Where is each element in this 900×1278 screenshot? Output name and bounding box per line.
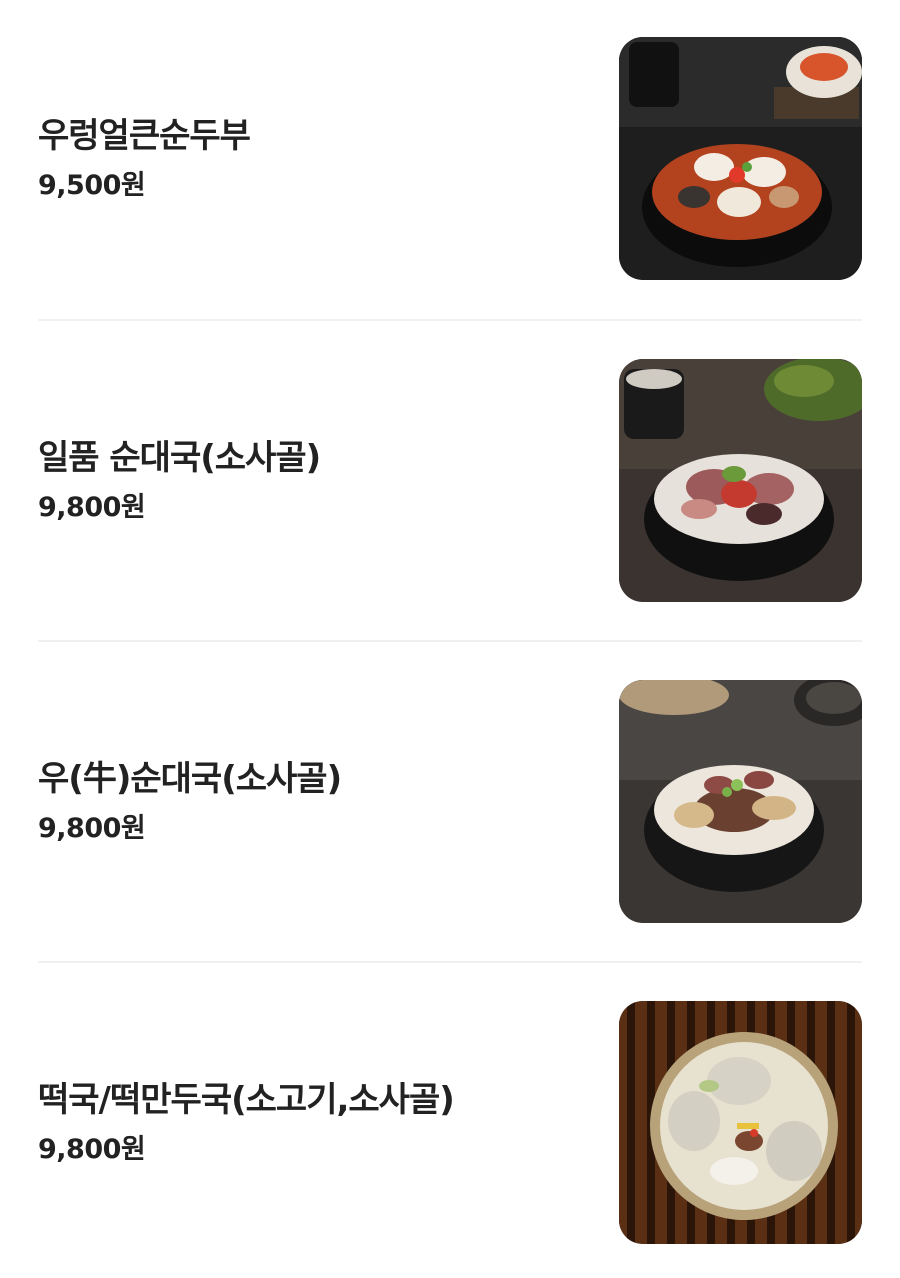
menu-item-info: 우렁얼큰순두부 9,500원 [38,37,598,280]
divider [38,961,862,963]
menu-item-uerong-tofu[interactable]: 우렁얼큰순두부 9,500원 [38,37,862,280]
rice-cake-soup-image [619,1001,862,1244]
menu-item-name: 우렁얼큰순두부 [38,115,251,156]
menu-item-price: 9,800원 [38,491,146,523]
menu-item-price: 9,800원 [38,1133,146,1165]
menu-item-photo[interactable] [619,680,862,923]
menu-item-name: 일품 순대국(소사골) [38,437,321,478]
menu-item-price: 9,500원 [38,169,146,201]
menu-item-info: 일품 순대국(소사골) 9,800원 [38,359,598,602]
menu-item-name: 떡국/떡만두국(소고기,소사골) [38,1079,455,1120]
divider [38,640,862,642]
menu-item-photo[interactable] [619,359,862,602]
menu-item-photo[interactable] [619,1001,862,1244]
menu-item-info: 우(牛)순대국(소사골) 9,800원 [38,680,598,923]
menu-item-tteokguk[interactable]: 떡국/떡만두국(소고기,소사골) 9,800원 [38,1001,862,1244]
menu-item-ilpum-sundae[interactable]: 일품 순대국(소사골) 9,800원 [38,359,862,602]
menu-item-price: 9,800원 [38,812,146,844]
spicy-tofu-stew-image [619,37,862,280]
menu-item-name: 우(牛)순대국(소사골) [38,758,342,799]
beef-sundae-soup-image [619,680,862,923]
menu-item-info: 떡국/떡만두국(소고기,소사골) 9,800원 [38,1001,598,1244]
sundae-soup-image [619,359,862,602]
menu-item-beef-sundae[interactable]: 우(牛)순대국(소사골) 9,800원 [38,680,862,923]
menu-item-photo[interactable] [619,37,862,280]
divider [38,319,862,321]
menu-list: 우렁얼큰순두부 9,500원 일품 순대국(소사골) 9,800원 우(牛)순대… [0,0,900,1278]
